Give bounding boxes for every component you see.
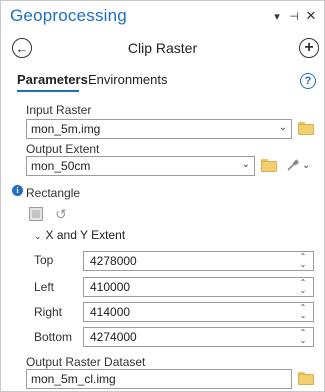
left-input[interactable]: 410000 ⌃ ⌄ [83,277,314,297]
xy-extent-title: X and Y Extent [45,228,126,242]
right-label: Right [34,305,63,319]
output-extent-value: mon_50cm [31,159,91,173]
left-value: 410000 [90,280,131,294]
bottom-label: Bottom [34,330,73,344]
tool-title: Clip Raster [127,40,198,56]
eyedropper-icon[interactable]: ⌄ [286,157,312,173]
spinner-arrows-icon[interactable]: ⌃ ⌄ [298,329,308,345]
collapse-caret-icon: ⌄ [34,231,42,241]
top-label: Top [34,253,54,267]
chevron-down-icon[interactable]: ⌄ [279,122,287,133]
top-value: 4278000 [90,254,137,268]
chevron-down-icon[interactable]: ⌄ [302,160,310,171]
help-icon[interactable]: ? [300,73,316,89]
geoprocessing-pane: Geoprocessing ▾ ⊣ ✕ ← Clip Raster + Para… [0,0,325,392]
tool-navbar: ← Clip Raster + [1,35,324,63]
extent-from-layer-icon[interactable] [28,206,44,222]
browse-folder-icon[interactable] [298,372,314,385]
xy-extent-group-header[interactable]: ⌄ X and Y Extent [34,228,125,242]
output-extent-label: Output Extent [26,142,100,156]
tab-environments[interactable]: Environments [88,72,167,87]
top-input[interactable]: 4278000 ⌃ ⌄ [83,251,314,271]
spinner-arrows-icon[interactable]: ⌃ ⌄ [298,253,308,269]
spinner-arrows-icon[interactable]: ⌃ ⌄ [298,304,308,320]
extent-type-label: Rectangle [26,186,81,200]
tool-tabs: Parameters Environments ? [1,69,324,95]
output-raster-label: Output Raster Dataset [26,355,146,369]
close-icon[interactable]: ✕ [304,8,318,23]
pin-icon[interactable]: ⊣ [287,9,301,23]
add-tool-button[interactable]: + [299,38,319,58]
left-label: Left [34,280,55,294]
pane-titlebar: Geoprocessing ▾ ⊣ ✕ [1,1,324,31]
pane-options-dropdown-icon[interactable]: ▾ [270,9,284,23]
info-icon[interactable]: i [12,185,23,196]
right-value: 414000 [90,305,131,319]
input-raster-value: mon_5m.img [31,122,101,136]
input-raster-label: Input Raster [26,103,92,117]
right-input[interactable]: 414000 ⌃ ⌄ [83,302,314,322]
spinner-arrows-icon[interactable]: ⌃ ⌄ [298,279,308,295]
bottom-input[interactable]: 4274000 ⌃ ⌄ [83,327,314,347]
reset-extent-icon[interactable]: ↺ [53,206,69,222]
browse-folder-icon[interactable] [298,122,314,135]
bottom-value: 4274000 [90,330,137,344]
pane-title: Geoprocessing [10,6,127,25]
tab-parameters[interactable]: Parameters [17,72,88,87]
output-extent-combo[interactable]: mon_50cm ⌄ [26,156,255,176]
output-raster-value: mon_5m_cl.img [31,372,116,386]
browse-folder-icon[interactable] [261,159,277,172]
chevron-down-icon[interactable]: ⌄ [242,159,250,170]
active-tab-indicator [17,90,79,92]
input-raster-combo[interactable]: mon_5m.img ⌄ [26,119,292,139]
output-raster-input[interactable]: mon_5m_cl.img [26,369,292,389]
eyedropper-glyph [287,159,300,171]
